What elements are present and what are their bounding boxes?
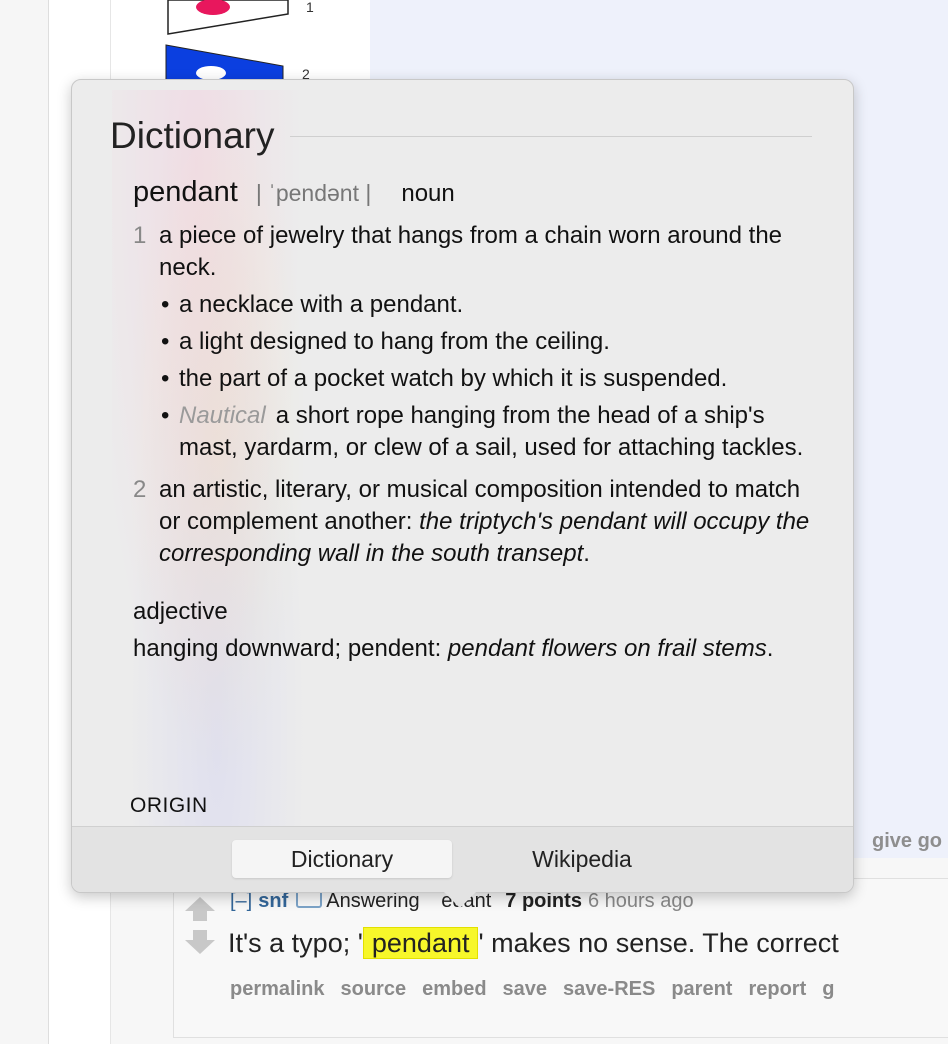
definition-end: . bbox=[766, 635, 774, 662]
downvote-arrow-icon[interactable] bbox=[185, 940, 215, 954]
downvote-arrow-stem[interactable] bbox=[193, 930, 207, 940]
comment-text-before: It's a typo; ' bbox=[228, 928, 363, 958]
sense-number: 2 bbox=[133, 476, 147, 503]
tab-dictionary[interactable]: Dictionary bbox=[232, 840, 452, 878]
sense-number: 1 bbox=[133, 222, 147, 249]
thumb-label-1: 1 bbox=[306, 0, 314, 15]
bullet-icon: • bbox=[161, 402, 170, 429]
subsense-text: a necklace with a pendant. bbox=[179, 291, 464, 318]
give-gold-link[interactable]: give go bbox=[872, 830, 942, 853]
dictionary-popover: Dictionary pendant | ˈpendənt | noun 1 a p… bbox=[71, 79, 854, 893]
sense-1: 1 a piece of jewelry that hangs from a c… bbox=[133, 220, 823, 464]
give-gold-link-cut[interactable]: g bbox=[822, 978, 834, 1000]
left-gutter bbox=[0, 0, 48, 1044]
pronunciation: | ˈpendənt | bbox=[255, 180, 372, 206]
comment-author[interactable]: snf bbox=[258, 890, 288, 912]
popover-title: Dictionary bbox=[110, 115, 275, 156]
save-link[interactable]: save bbox=[503, 978, 548, 1000]
comment-text-after: ' makes no sense. The correct bbox=[478, 928, 839, 958]
example-text: pendant flowers on frail stems bbox=[447, 635, 767, 662]
source-tab-bar: Dictionary Wikipedia bbox=[72, 826, 853, 892]
gutter-divider bbox=[48, 0, 49, 1044]
dictionary-entry: pendant | ˈpendənt | noun 1 a piece of jew… bbox=[133, 176, 823, 665]
subsense: • Nautical a short rope hanging from the h… bbox=[133, 400, 823, 464]
upvote-arrow-icon[interactable] bbox=[185, 897, 215, 911]
comment-time: 6 hours ago bbox=[587, 890, 694, 912]
subsense-text: the part of a pocket watch by which it i… bbox=[179, 365, 728, 392]
definition-text: hanging downward; pendent: bbox=[133, 635, 442, 662]
answering-label: Answering bbox=[326, 890, 420, 912]
title-divider bbox=[290, 136, 812, 137]
headword: pendant bbox=[133, 176, 238, 208]
bullet-icon: • bbox=[161, 291, 170, 318]
bullet-icon: • bbox=[161, 365, 170, 392]
headword-line: pendant | ˈpendənt | noun bbox=[133, 176, 823, 210]
popover-pointer bbox=[442, 890, 478, 908]
sense-definition: a piece of jewelry that hangs from a cha… bbox=[159, 222, 783, 281]
part-of-speech-adjective: adjective bbox=[133, 598, 228, 625]
comment-points: 7 points bbox=[505, 890, 582, 912]
subsense: • a light designed to hang from the ceili… bbox=[133, 326, 823, 358]
subsense: • the part of a pocket watch by which it … bbox=[133, 363, 823, 395]
embed-link[interactable]: embed bbox=[422, 978, 486, 1000]
adjective-definition: hanging downward; pendent: pendant flowe… bbox=[133, 633, 823, 665]
part-of-speech-noun: noun bbox=[401, 180, 455, 207]
sense-2: 2 an artistic, literary, or musical comp… bbox=[133, 474, 823, 570]
adjective-block: adjective hanging downward; pendent: pen… bbox=[133, 596, 823, 665]
permalink-link[interactable]: permalink bbox=[230, 978, 324, 1000]
subsense: • a necklace with a pendant. bbox=[133, 289, 823, 321]
upvote-arrow-stem[interactable] bbox=[193, 911, 207, 921]
source-link[interactable]: source bbox=[340, 978, 406, 1000]
subsense-text: a short rope hanging from the head of a … bbox=[179, 402, 804, 461]
definition-end: . bbox=[583, 540, 590, 567]
tab-wikipedia[interactable]: Wikipedia bbox=[472, 840, 692, 878]
collapse-toggle[interactable]: [–] bbox=[230, 890, 252, 912]
comment-actions: permalink source embed save save-RES parent re… bbox=[230, 978, 850, 1001]
highlighted-word[interactable]: pendant bbox=[362, 927, 479, 959]
register-label: Nautical bbox=[179, 402, 266, 429]
save-res-link[interactable]: save-RES bbox=[563, 978, 655, 1000]
report-link[interactable]: report bbox=[748, 978, 806, 1000]
comment-body: It's a typo; ' pendant ' makes no sense. T… bbox=[228, 927, 839, 959]
origin-heading: ORIGIN bbox=[130, 794, 208, 817]
parent-link[interactable]: parent bbox=[671, 978, 732, 1000]
bullet-icon: • bbox=[161, 328, 170, 355]
subsense-text: a light designed to hang from the ceilin… bbox=[179, 328, 610, 355]
sense-definition: an artistic, literary, or musical compos… bbox=[133, 474, 823, 570]
